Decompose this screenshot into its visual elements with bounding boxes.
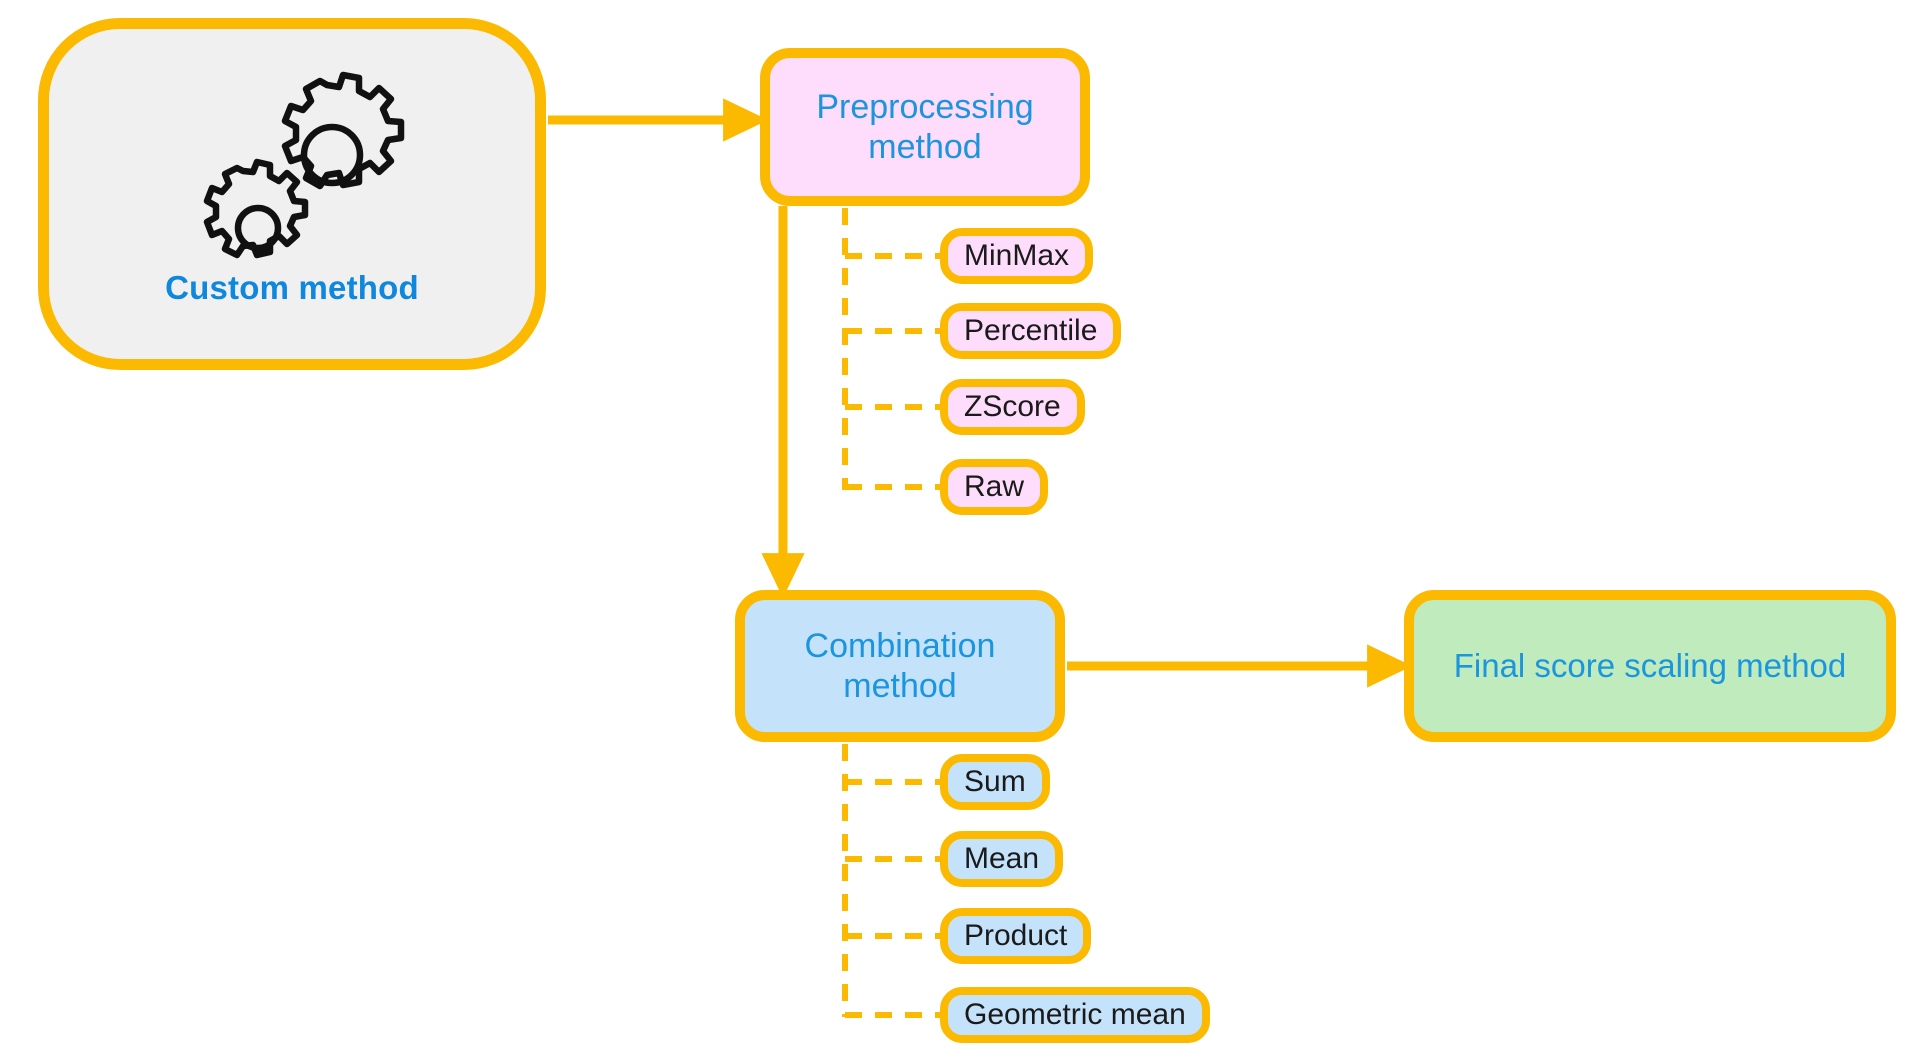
edge-combination-options-tree <box>842 744 940 1018</box>
combination-method-node[interactable]: Combination method <box>735 590 1065 742</box>
option-percentile-label: Percentile <box>964 314 1098 348</box>
option-geometric-mean[interactable]: Geometric mean <box>940 987 1210 1043</box>
final-score-scaling-method-label: Final score scaling method <box>1453 646 1847 684</box>
option-product[interactable]: Product <box>940 908 1092 964</box>
combination-method-label: Combination method <box>804 626 996 705</box>
option-zscore-label: ZScore <box>964 390 1061 424</box>
option-raw[interactable]: Raw <box>940 459 1049 515</box>
edge-preprocessing-options-tree <box>842 208 940 490</box>
option-geometric-mean-label: Geometric mean <box>964 998 1186 1032</box>
option-zscore[interactable]: ZScore <box>940 379 1085 435</box>
option-sum[interactable]: Sum <box>940 754 1050 810</box>
custom-method-card[interactable]: Custom method <box>38 18 546 370</box>
option-product-label: Product <box>964 919 1068 953</box>
diagram-canvas: Custom method Preprocessing method MinMa… <box>0 0 1920 1061</box>
preprocessing-method-node[interactable]: Preprocessing method <box>760 48 1090 206</box>
option-raw-label: Raw <box>964 470 1025 504</box>
option-minmax[interactable]: MinMax <box>940 228 1094 284</box>
option-minmax-label: MinMax <box>964 239 1070 273</box>
gears-icon <box>203 71 405 259</box>
option-sum-label: Sum <box>964 765 1026 799</box>
preprocessing-method-label: Preprocessing method <box>816 87 1034 166</box>
option-mean-label: Mean <box>964 842 1040 876</box>
custom-method-label: Custom method <box>165 269 419 306</box>
option-percentile[interactable]: Percentile <box>940 303 1122 359</box>
final-score-scaling-method-node[interactable]: Final score scaling method <box>1404 590 1896 742</box>
option-mean[interactable]: Mean <box>940 831 1064 887</box>
